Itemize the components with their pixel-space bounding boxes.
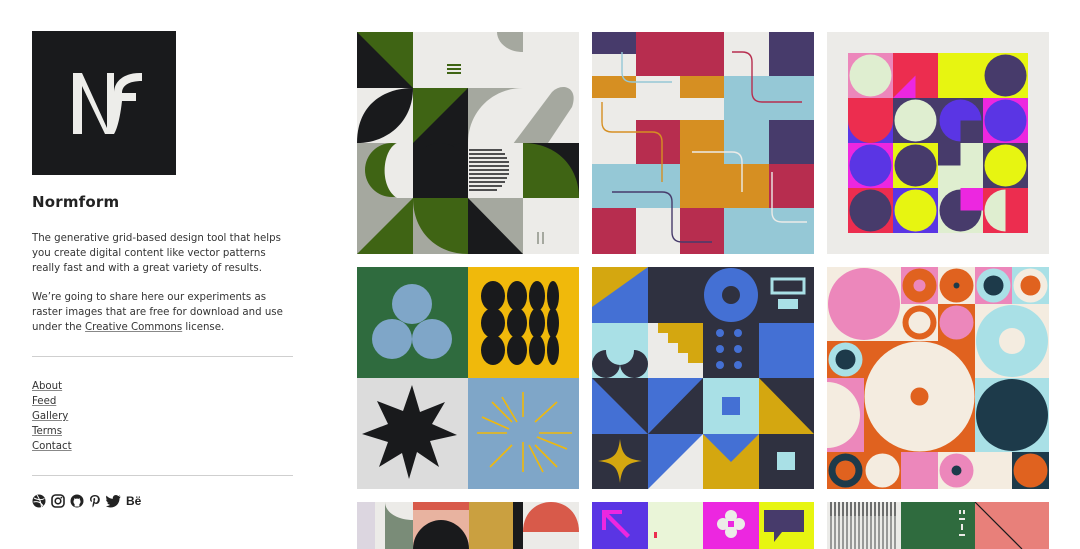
license-text: We’re going to share here our experiment… xyxy=(32,290,294,335)
gallery-image-3[interactable] xyxy=(827,32,1049,254)
pinterest-icon[interactable] xyxy=(89,494,101,508)
nav-about[interactable]: About xyxy=(32,379,62,394)
dribbble-icon[interactable] xyxy=(32,494,46,508)
gallery-image-5[interactable] xyxy=(592,267,814,489)
gallery-image-8[interactable] xyxy=(592,502,814,549)
main-nav: About Feed Gallery Terms Contact xyxy=(32,379,294,454)
creative-commons-link[interactable]: Creative Commons xyxy=(85,322,182,333)
nav-terms[interactable]: Terms xyxy=(32,424,62,439)
license-text-end: license. xyxy=(182,322,225,333)
gallery-image-1[interactable] xyxy=(357,32,579,254)
nav-contact[interactable]: Contact xyxy=(32,439,72,454)
gallery-image-4[interactable] xyxy=(357,267,579,489)
nav-gallery[interactable]: Gallery xyxy=(32,409,68,424)
normform-logo[interactable] xyxy=(32,31,176,175)
gallery-image-6[interactable] xyxy=(827,267,1049,489)
behance-icon[interactable]: Bë xyxy=(126,494,141,508)
sidebar: Normform The generative grid-based desig… xyxy=(32,31,294,508)
site-description: The generative grid-based design tool th… xyxy=(32,231,294,335)
gallery-image-9[interactable] xyxy=(827,502,1049,549)
github-icon[interactable] xyxy=(70,494,84,508)
twitter-icon[interactable] xyxy=(106,494,121,508)
divider xyxy=(32,475,293,476)
site-title: Normform xyxy=(32,193,120,211)
social-links: Bë xyxy=(32,494,294,508)
gallery-image-7[interactable] xyxy=(357,502,579,549)
divider xyxy=(32,356,293,357)
description-text: The generative grid-based design tool th… xyxy=(32,233,281,274)
instagram-icon[interactable] xyxy=(51,494,65,508)
nav-feed[interactable]: Feed xyxy=(32,394,56,409)
gallery-image-2[interactable] xyxy=(592,32,814,254)
